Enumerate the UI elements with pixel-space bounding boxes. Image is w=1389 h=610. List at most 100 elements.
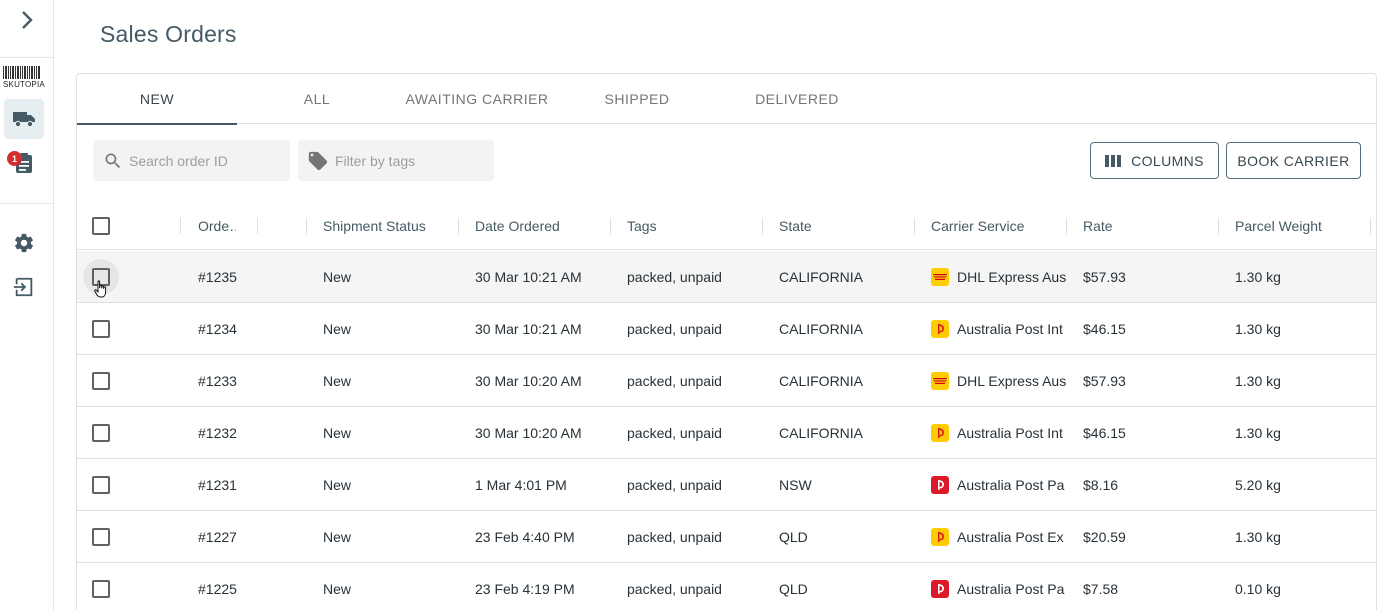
column-separator[interactable] xyxy=(458,218,459,234)
header-parcel-weight[interactable]: Parcel Weight xyxy=(1235,202,1322,250)
column-separator[interactable] xyxy=(306,218,307,234)
columns-button[interactable]: COLUMNS xyxy=(1090,142,1219,179)
cell-shipment-status: New xyxy=(323,372,352,389)
table-row[interactable]: #1231 New 1 Mar 4:01 PM packed, unpaid NSW $8… xyxy=(77,459,1376,511)
orders-card: NEW ALL AWAITING CARRIER SHIPPED DELIVER… xyxy=(76,73,1377,610)
cell-shipment-status: New xyxy=(323,320,352,337)
cell-carrier-service: DHL Express Aus xyxy=(931,355,1067,406)
cell-carrier-service: Australia Post Pa xyxy=(931,563,1067,610)
header-rate[interactable]: Rate xyxy=(1083,202,1113,250)
cell-parcel-weight: 1.30 kg xyxy=(1235,268,1281,285)
tab-all[interactable]: ALL xyxy=(237,74,397,124)
cell-tags: packed, unpaid xyxy=(627,268,722,285)
table-row[interactable]: #1235 New 30 Mar 10:21 AM packed, unpaid CAL… xyxy=(77,251,1376,303)
header-tags[interactable]: Tags xyxy=(627,202,657,250)
cell-parcel-weight: 1.30 kg xyxy=(1235,424,1281,441)
cell-tags: packed, unpaid xyxy=(627,580,722,597)
tag-filter-box xyxy=(298,140,494,181)
sidebar-divider xyxy=(0,57,54,58)
cell-rate: $57.93 xyxy=(1083,372,1126,389)
cell-carrier-service: Australia Post Ex xyxy=(931,511,1067,562)
cell-rate: $46.15 xyxy=(1083,320,1126,337)
header-shipment-status[interactable]: Shipment Status xyxy=(323,202,426,250)
book-carrier-button[interactable]: BOOK CARRIER xyxy=(1226,142,1361,179)
sidebar-item-logout[interactable] xyxy=(4,267,44,307)
cell-rate: $8.16 xyxy=(1083,476,1119,493)
cell-carrier-service: DHL Express Aus xyxy=(931,251,1067,302)
cell-state: CALIFORNIA xyxy=(779,372,864,389)
header-order[interactable]: Orde… xyxy=(198,202,236,250)
cell-order-id: #1227 xyxy=(198,528,237,545)
column-separator[interactable] xyxy=(1218,218,1219,234)
cell-date-ordered: 23 Feb 4:40 PM xyxy=(475,528,575,545)
tag-icon xyxy=(308,151,328,170)
checkbox-box xyxy=(92,476,110,494)
column-separator[interactable] xyxy=(610,218,611,234)
column-separator[interactable] xyxy=(914,218,915,234)
sidebar-item-shipping[interactable] xyxy=(4,99,44,139)
carrier-name: DHL Express Aus xyxy=(957,372,1067,389)
tab-awaiting-carrier[interactable]: AWAITING CARRIER xyxy=(397,74,557,124)
dhl-logo-icon xyxy=(931,267,949,286)
cell-rate: $7.58 xyxy=(1083,580,1119,597)
search-box xyxy=(93,140,290,181)
cell-rate: $20.59 xyxy=(1083,528,1126,545)
table-row[interactable]: #1233 New 30 Mar 10:20 AM packed, unpaid CAL… xyxy=(77,355,1376,407)
column-separator[interactable] xyxy=(1066,218,1067,234)
tab-new[interactable]: NEW xyxy=(77,74,237,125)
cell-order-id: #1225 xyxy=(198,580,237,597)
truck-icon xyxy=(13,112,35,128)
row-checkbox[interactable] xyxy=(78,410,124,456)
cell-parcel-weight: 0.10 kg xyxy=(1235,580,1281,597)
table-row[interactable]: #1227 New 23 Feb 4:40 PM packed, unpaid QLD $… xyxy=(77,511,1376,563)
cell-shipment-status: New xyxy=(323,424,352,441)
tab-shipped[interactable]: SHIPPED xyxy=(557,74,717,124)
header-date-ordered[interactable]: Date Ordered xyxy=(475,202,560,250)
cell-tags: packed, unpaid xyxy=(627,424,722,441)
cell-rate: $46.15 xyxy=(1083,424,1126,441)
column-separator[interactable] xyxy=(257,218,258,234)
carrier-name: Australia Post Ex xyxy=(957,528,1064,545)
checkbox-box xyxy=(92,320,110,338)
row-checkbox[interactable] xyxy=(78,462,124,508)
cell-state: QLD xyxy=(779,528,808,545)
select-all-checkbox[interactable] xyxy=(78,203,124,249)
cell-order-id: #1231 xyxy=(198,476,237,493)
cell-carrier-service: Australia Post Int xyxy=(931,303,1067,354)
cell-date-ordered: 30 Mar 10:20 AM xyxy=(475,372,582,389)
cell-order-id: #1233 xyxy=(198,372,237,389)
gear-icon xyxy=(15,233,33,253)
search-input[interactable] xyxy=(129,152,279,169)
dhl-logo-icon xyxy=(931,371,949,390)
cell-tags: packed, unpaid xyxy=(627,372,722,389)
cell-state: CALIFORNIA xyxy=(779,424,864,441)
carrier-name: DHL Express Aus xyxy=(957,268,1067,285)
row-checkbox[interactable] xyxy=(78,566,124,610)
table-row[interactable]: #1234 New 30 Mar 10:21 AM packed, unpaid CAL… xyxy=(77,303,1376,355)
tag-filter-input[interactable] xyxy=(335,152,485,169)
expand-sidebar-button[interactable] xyxy=(16,9,38,31)
column-separator[interactable] xyxy=(762,218,763,234)
sidebar-item-settings[interactable] xyxy=(4,223,44,263)
column-separator[interactable] xyxy=(180,218,181,234)
cell-state: CALIFORNIA xyxy=(779,268,864,285)
australia-post-logo-icon xyxy=(931,423,949,442)
row-checkbox[interactable] xyxy=(78,514,124,560)
row-checkbox[interactable] xyxy=(78,306,124,352)
sidebar: SKUTOPIA 1 xyxy=(0,0,54,610)
chevron-right-icon xyxy=(22,11,33,29)
tab-delivered[interactable]: DELIVERED xyxy=(717,74,877,124)
table-row[interactable]: #1225 New 23 Feb 4:19 PM packed, unpaid QLD $… xyxy=(77,563,1376,610)
columns-icon xyxy=(1105,154,1122,167)
sidebar-item-orders[interactable]: 1 xyxy=(4,143,44,183)
header-state[interactable]: State xyxy=(779,202,812,250)
header-carrier-service[interactable]: Carrier Service xyxy=(931,202,1024,250)
cell-carrier-service: Australia Post Pa xyxy=(931,459,1067,510)
columns-label: COLUMNS xyxy=(1131,152,1204,169)
checkbox-box xyxy=(92,580,110,598)
cell-carrier-service: Australia Post Int xyxy=(931,407,1067,458)
column-separator[interactable] xyxy=(1370,218,1371,234)
cell-date-ordered: 30 Mar 10:20 AM xyxy=(475,424,582,441)
row-checkbox[interactable] xyxy=(78,358,124,404)
table-row[interactable]: #1232 New 30 Mar 10:20 AM packed, unpaid CAL… xyxy=(77,407,1376,459)
